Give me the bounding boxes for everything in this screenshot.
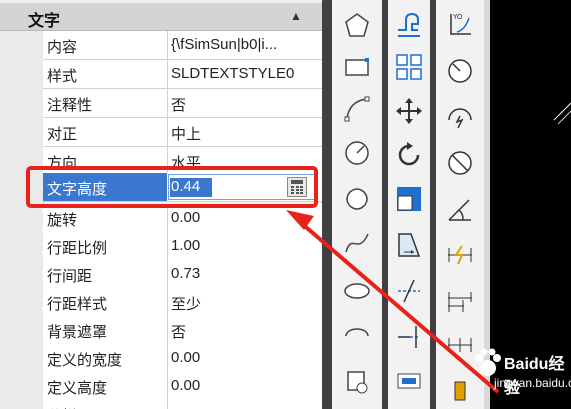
property-value[interactable]: 中上 <box>171 123 317 144</box>
property-row-justify[interactable]: 对正 中上 <box>43 118 322 147</box>
modify-toolbar <box>388 0 430 409</box>
category-title: 文字 <box>28 13 61 30</box>
property-label: 分栏 <box>47 405 167 409</box>
property-value[interactable]: 否 <box>171 94 317 115</box>
property-value[interactable]: 0.00 <box>171 349 317 366</box>
watermark-brand: Baidu经验 <box>504 356 565 397</box>
array-icon[interactable] <box>390 48 428 86</box>
copy-icon[interactable] <box>390 6 428 44</box>
property-row-rotation[interactable]: 旋转 0.00 <box>43 204 322 233</box>
property-label: 定义的宽度 <box>47 352 123 369</box>
property-value[interactable]: 至少 <box>171 293 317 314</box>
property-value[interactable]: 0.00 <box>171 209 317 226</box>
scale-icon[interactable] <box>390 180 428 218</box>
property-row-columns[interactable]: 分栏 <box>43 400 322 409</box>
property-label: 定义高度 <box>47 380 108 397</box>
diameter-dimension-icon[interactable] <box>441 144 479 182</box>
extend-icon[interactable] <box>390 318 428 356</box>
baseline-dimension-icon[interactable] <box>441 282 479 320</box>
property-label: 行距样式 <box>47 296 108 313</box>
baidu-watermark: Baidu经验 jingyan.baidu.com <box>470 342 571 404</box>
revision-cloud-icon[interactable] <box>338 180 376 218</box>
property-value[interactable]: 1.00 <box>171 237 317 254</box>
circle-icon[interactable] <box>338 134 376 172</box>
property-label: 行距比例 <box>47 240 108 257</box>
property-label: 旋转 <box>47 212 78 229</box>
stretch-icon[interactable] <box>390 226 428 264</box>
quick-dimension-icon[interactable] <box>441 236 479 274</box>
category-header[interactable]: 文字 ▲ <box>0 3 322 31</box>
property-label: 样式 <box>47 68 78 85</box>
property-row-defined-height[interactable]: 定义高度 0.00 <box>43 372 322 401</box>
watermark-url: jingyan.baidu.com <box>494 376 571 390</box>
arc-icon[interactable] <box>338 90 376 128</box>
property-value[interactable]: 0.73 <box>171 265 317 282</box>
collapse-icon[interactable]: ▲ <box>290 9 302 23</box>
property-row-defined-width[interactable]: 定义的宽度 0.00 <box>43 344 322 373</box>
svg-text:YO: YO <box>452 13 463 21</box>
radius-dimension-icon[interactable] <box>441 52 479 90</box>
ellipse-arc-icon[interactable] <box>338 316 376 354</box>
property-value[interactable]: 否 <box>171 321 317 342</box>
ellipse-icon[interactable] <box>338 272 376 310</box>
jogged-dimension-icon[interactable] <box>441 98 479 136</box>
insert-block-icon[interactable] <box>338 362 376 400</box>
spline-icon[interactable] <box>338 224 376 262</box>
property-row-style[interactable]: 样式 SLDTEXTSTYLE0 <box>43 60 322 89</box>
property-value[interactable]: {\fSimSun|b0|i... <box>171 36 317 53</box>
property-value[interactable]: SLDTEXTSTYLE0 <box>171 65 317 82</box>
ordinate-dimension-icon[interactable]: YO <box>441 4 479 42</box>
property-row-background-mask[interactable]: 背景遮罩 否 <box>43 316 322 345</box>
property-label: 内容 <box>47 39 78 56</box>
trim-icon[interactable] <box>390 272 428 310</box>
draw-toolbar <box>332 0 382 409</box>
highlight-box <box>26 166 318 208</box>
property-label: 注释性 <box>47 97 93 114</box>
property-row-content[interactable]: 内容 {\fSimSun|b0|i... <box>43 31 322 60</box>
property-label: 对正 <box>47 126 78 143</box>
move-icon[interactable] <box>390 92 428 130</box>
break-icon[interactable] <box>390 362 428 400</box>
property-row-annotative[interactable]: 注释性 否 <box>43 89 322 118</box>
property-label: 行间距 <box>47 268 93 285</box>
property-row-line-spacing-style[interactable]: 行距样式 至少 <box>43 288 322 317</box>
row-gutter <box>0 31 44 409</box>
polygon-icon[interactable] <box>338 6 376 44</box>
property-row-line-spacing-factor[interactable]: 行距比例 1.00 <box>43 232 322 261</box>
property-row-line-spacing[interactable]: 行间距 0.73 <box>43 260 322 289</box>
property-label: 背景遮罩 <box>47 324 108 341</box>
angular-dimension-icon[interactable] <box>441 190 479 228</box>
toolbar-separator <box>322 0 332 409</box>
rotate-icon[interactable] <box>390 136 428 174</box>
rectangle-icon[interactable] <box>338 48 376 86</box>
property-value[interactable]: 0.00 <box>171 377 317 394</box>
